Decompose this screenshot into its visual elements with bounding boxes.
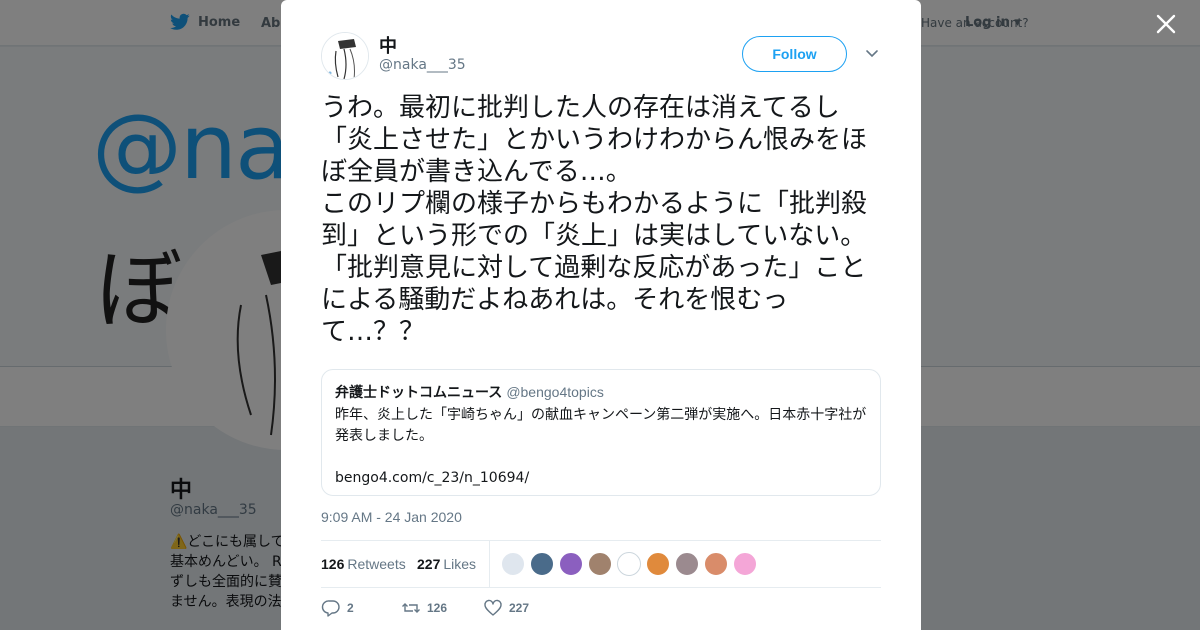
retweet-count: 126 [427,601,448,615]
like-button[interactable]: 227 [483,598,529,618]
retweets-label: Retweets [347,556,406,572]
tweet-text: うわ。最初に批判した人の存在は消えてるし「炎上させた」とかいうわけわからん恨みを… [321,93,868,347]
quoted-author-name: 弁護士ドットコムニュース [335,385,503,401]
liker-avatar[interactable] [617,552,641,576]
tweet-actions: 2 126 227 [321,598,881,622]
author-avatar-illustration [322,33,368,79]
tweet-modal: 中 @naka___35 Follow うわ。最初に批判した人の存在は消えてるし… [281,0,921,630]
retweets-stat[interactable]: 126 Retweets [321,556,406,572]
tweet-timestamp[interactable]: 9:09 AM - 24 Jan 2020 [321,509,462,525]
liker-avatar[interactable] [501,552,525,576]
liker-avatar[interactable] [646,552,670,576]
chevron-down-icon[interactable] [863,46,881,62]
liker-avatar[interactable] [675,552,699,576]
quoted-tweet-header: 弁護士ドットコムニュース @bengo4topics [335,382,867,403]
reply-button[interactable]: 2 [321,598,354,618]
retweet-button[interactable]: 126 [401,598,447,618]
reply-icon [321,600,340,617]
heart-icon [484,599,502,616]
quoted-tweet-card[interactable]: 弁護士ドットコムニュース @bengo4topics 昨年、炎上した「宇崎ちゃん」… [321,369,881,496]
retweet-icon [402,603,420,613]
retweets-count: 126 [321,556,345,572]
quoted-tweet-text: 昨年、炎上した「宇崎ちゃん」の献血キャンペーン第二弾が実施へ。日本赤十字社が発表… [335,407,867,486]
liker-avatar[interactable] [530,552,554,576]
liker-avatar[interactable] [733,552,757,576]
reply-count: 2 [347,601,354,615]
likes-count: 227 [417,556,441,572]
like-count: 227 [509,601,530,615]
follow-button[interactable]: Follow [742,36,847,72]
author-handle[interactable]: @naka___35 [379,57,466,73]
liker-avatar[interactable] [588,552,612,576]
liker-avatars [501,552,757,576]
author-avatar[interactable] [321,32,369,80]
stats-divider [489,541,490,587]
quoted-author-handle: @bengo4topics [506,384,604,400]
tweet-stats-bar: 126 Retweets 227 Likes [321,540,881,588]
liker-avatar[interactable] [704,552,728,576]
likes-label: Likes [443,556,477,572]
likes-stat[interactable]: 227 Likes [417,556,476,572]
liker-avatar[interactable] [559,552,583,576]
author-name[interactable]: 中 [379,32,397,58]
close-icon[interactable] [1152,10,1180,38]
